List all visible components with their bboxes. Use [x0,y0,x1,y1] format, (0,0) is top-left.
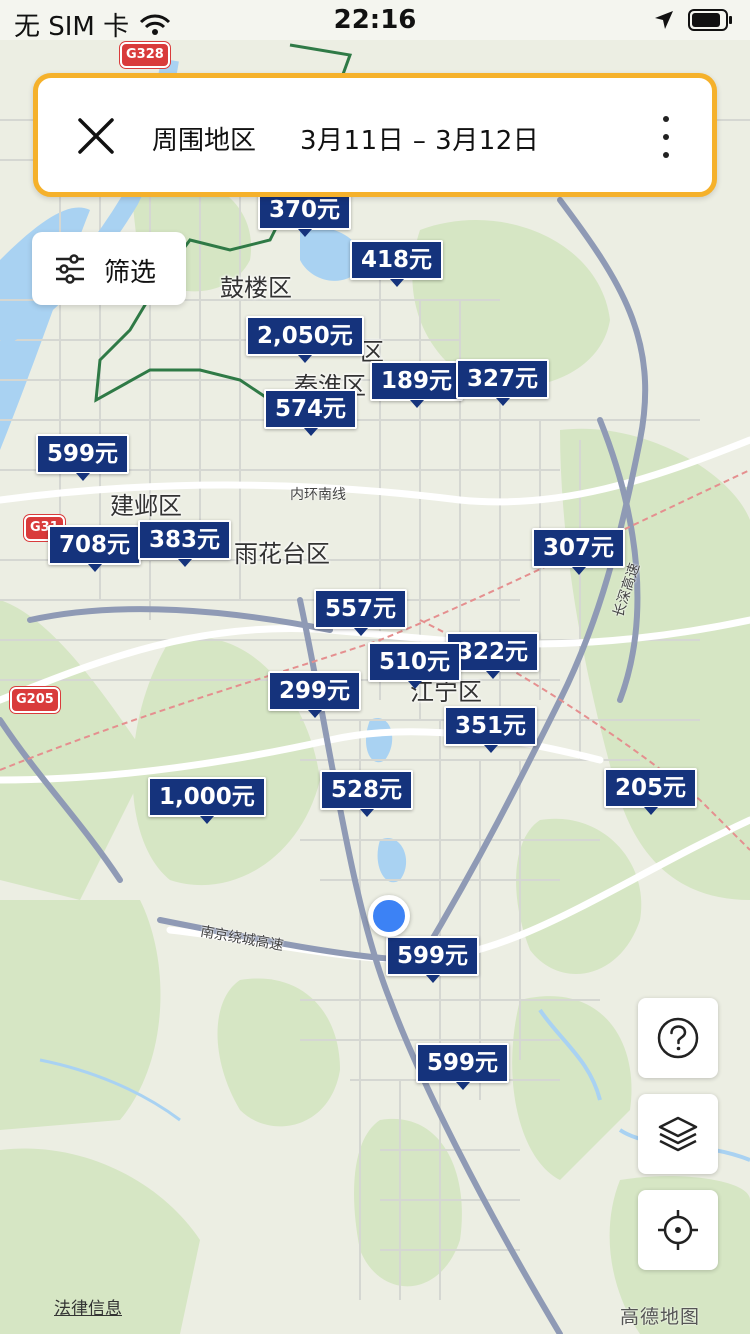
district-label: 鼓楼区 [220,274,292,302]
price-pin[interactable]: 599元 [36,434,130,481]
date-range[interactable]: 3月11日 – 3月12日 [300,120,539,157]
legal-info-link[interactable]: 法律信息 [54,1294,122,1319]
price-pin[interactable]: 2,050元 [246,316,364,363]
price-pin[interactable]: 1,000元 [148,777,266,824]
location-arrow-icon [655,11,673,29]
clock: 22:16 [333,5,417,35]
price-pin[interactable]: 528元 [320,770,414,817]
search-bar[interactable]: 周围地区 3月11日 – 3月12日 [33,73,717,197]
filter-button[interactable]: 筛选 [32,232,186,305]
locate-me-button[interactable] [638,1190,718,1270]
price-pin[interactable]: 574元 [264,389,358,436]
filter-sliders-icon [56,254,84,284]
district-label: 建邺区 [110,492,182,520]
route-shield-g328: G328 [120,42,170,68]
price-pin[interactable]: 299元 [268,671,362,718]
help-button[interactable] [638,998,718,1078]
price-pin[interactable]: 205元 [604,768,698,815]
layers-icon [658,1116,698,1152]
price-pin[interactable]: 189元 [370,361,464,408]
price-pin[interactable]: 599元 [416,1043,510,1090]
price-pin[interactable]: 327元 [456,359,550,406]
district-label: 雨花台区 [234,540,330,568]
help-icon [657,1017,699,1059]
map-provider-logo: 高德地图 [620,1306,701,1328]
route-shield-g205: G205 [10,687,60,713]
price-pin[interactable]: 708元 [48,525,142,572]
filter-label: 筛选 [104,258,157,288]
price-pin[interactable]: 510元 [368,642,462,689]
more-options-icon[interactable] [660,116,672,158]
search-area[interactable]: 周围地区 [152,120,256,157]
price-pin[interactable]: 383元 [138,520,232,567]
close-icon[interactable] [76,116,116,156]
status-bar: 无 SIM 卡 22:16 [0,0,750,42]
layers-button[interactable] [638,1094,718,1174]
crosshair-icon [658,1210,698,1250]
price-pin[interactable]: 351元 [444,706,538,753]
battery-icon [688,9,732,31]
price-pin[interactable]: 418元 [350,240,444,287]
price-pin[interactable]: 307元 [532,528,626,575]
road-label: 内环南线 [290,487,346,503]
price-pin[interactable]: 557元 [314,589,408,636]
price-pin[interactable]: 599元 [386,936,480,983]
current-location-marker [368,895,410,937]
